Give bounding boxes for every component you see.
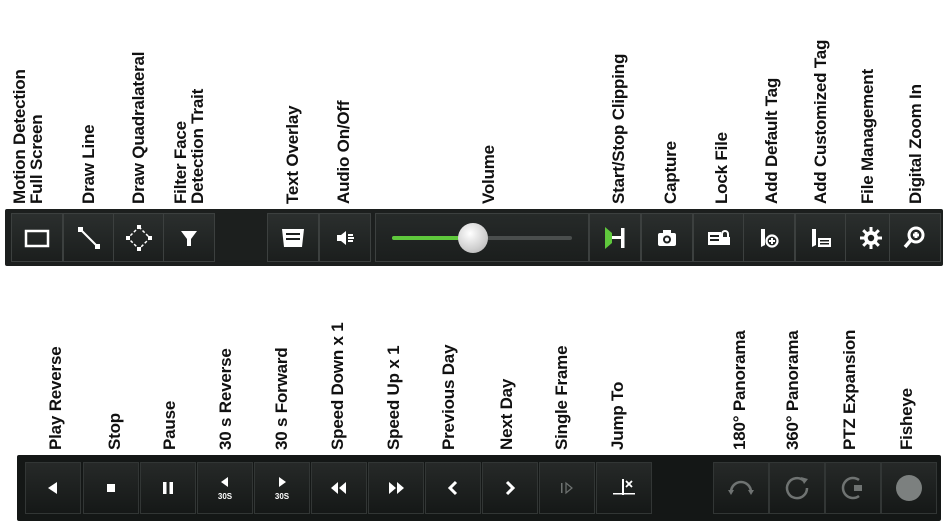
fisheye-button[interactable]	[881, 462, 937, 514]
forward-30s-badge: 30S	[275, 492, 290, 501]
panorama-360-icon	[785, 476, 809, 500]
text-overlay-button[interactable]	[267, 213, 319, 262]
camera-icon	[658, 229, 676, 246]
panorama-360-button[interactable]	[769, 462, 825, 514]
text-overlay-icon	[282, 228, 304, 247]
pause-icon	[163, 482, 173, 494]
capture-button[interactable]	[641, 213, 693, 262]
panorama-180-button[interactable]	[713, 462, 769, 514]
next-day-button[interactable]	[482, 462, 538, 514]
pause-button[interactable]	[140, 462, 196, 514]
volume-knob[interactable]	[458, 223, 488, 253]
volume-slider[interactable]	[375, 213, 589, 262]
add-customized-tag-button[interactable]	[795, 213, 847, 262]
diamond-icon	[126, 224, 152, 251]
play-reverse-button[interactable]	[25, 462, 81, 514]
chevron-left-icon	[447, 480, 458, 496]
ptz-expansion-icon	[841, 476, 862, 500]
reverse-30s-button[interactable]: 30S	[197, 462, 253, 514]
volume-track	[392, 223, 572, 253]
live-toolbar	[5, 209, 943, 266]
stop-button[interactable]	[83, 462, 139, 514]
draw-quadrilateral-button[interactable]	[113, 213, 165, 262]
clip-icon	[605, 226, 625, 249]
fisheye-icon	[896, 475, 922, 501]
lock-file-icon	[708, 229, 730, 245]
rectangle-icon	[24, 229, 50, 247]
funnel-icon	[181, 230, 197, 246]
single-frame-icon	[561, 481, 573, 495]
chevron-right-icon	[505, 480, 516, 496]
lock-file-button[interactable]	[693, 213, 745, 262]
speed-down-button[interactable]	[311, 462, 367, 514]
play-reverse-icon	[48, 482, 57, 494]
reverse-30s-badge: 30S	[218, 492, 233, 501]
jump-to-button[interactable]	[596, 462, 652, 514]
clip-button[interactable]	[589, 213, 641, 262]
digital-zoom-button[interactable]	[889, 213, 941, 262]
gear-icon	[860, 226, 882, 249]
filter-button[interactable]	[163, 213, 215, 262]
rewind-icon	[331, 482, 346, 494]
previous-day-button[interactable]	[425, 462, 481, 514]
skip-forward-icon: 30S	[275, 477, 290, 501]
speed-up-button[interactable]	[368, 462, 424, 514]
stop-icon	[107, 484, 115, 492]
tag-icon	[761, 228, 779, 248]
speaker-icon	[337, 230, 354, 245]
forward-30s-button[interactable]: 30S	[254, 462, 310, 514]
playback-toolbar: 30S 30S	[17, 455, 941, 521]
line-icon	[78, 226, 100, 249]
full-screen-button[interactable]	[11, 213, 63, 262]
audio-toggle-button[interactable]	[319, 213, 371, 262]
skip-back-icon: 30S	[218, 477, 233, 501]
ptz-expansion-button[interactable]	[825, 462, 881, 514]
add-default-tag-button[interactable]	[743, 213, 795, 262]
custom-tag-icon	[812, 228, 831, 247]
draw-line-button[interactable]	[63, 213, 115, 262]
single-frame-button[interactable]	[539, 462, 595, 514]
zoom-in-icon	[903, 226, 925, 248]
jump-to-icon	[613, 479, 635, 495]
panorama-180-icon	[728, 480, 754, 495]
fast-forward-icon	[389, 482, 404, 494]
